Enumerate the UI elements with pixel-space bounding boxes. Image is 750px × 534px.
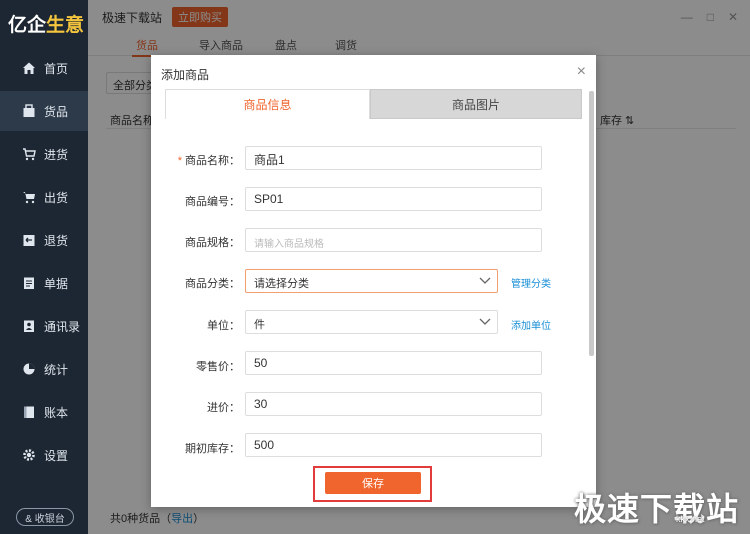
sidebar-item-label: 首页 — [44, 61, 69, 76]
sidebar-item-ledger[interactable]: 账本 — [0, 392, 88, 432]
sidebar-item-shipment[interactable]: 出货 — [0, 177, 88, 217]
product-name-label: * 商品名称： — [177, 155, 240, 167]
sidebar-item-label: 设置 — [44, 448, 69, 463]
sidebar-item-label: 出货 — [44, 190, 69, 205]
sidebar-item-purchase[interactable]: 进货 — [0, 134, 88, 174]
retail-price-label: 零售价： — [196, 361, 240, 373]
product-category-select[interactable]: 请选择分类 — [245, 269, 498, 293]
gear-icon — [22, 448, 36, 462]
initial-stock-label: 期初库存： — [185, 443, 240, 455]
sidebar-item-goods[interactable]: 货品 — [0, 91, 88, 131]
goods-icon — [22, 104, 36, 118]
sidebar-item-label: 退货 — [44, 233, 69, 248]
chart-icon — [22, 362, 36, 376]
manage-category-link[interactable]: 管理分类 — [511, 275, 551, 290]
dialog-tabs: 商品信息 商品图片 — [165, 89, 582, 119]
add-unit-link[interactable]: 添加单位 — [511, 317, 551, 332]
close-icon[interactable]: × — [577, 63, 586, 81]
sidebar-item-label: 账本 — [44, 405, 69, 420]
document-icon — [22, 276, 36, 290]
contacts-icon — [22, 319, 36, 333]
product-category-label: 商品分类： — [185, 278, 240, 290]
ledger-icon — [22, 405, 36, 419]
chevron-down-icon — [479, 277, 491, 284]
cashier-button[interactable]: & 收银台 — [16, 508, 74, 526]
return-icon — [22, 233, 36, 247]
product-spec-input[interactable]: 请输入商品规格 — [245, 228, 542, 252]
unit-label: 单位： — [207, 320, 240, 332]
purchase-cart-icon — [22, 147, 36, 161]
retail-price-input[interactable]: 50 — [245, 351, 542, 375]
home-icon — [22, 61, 36, 75]
unit-select[interactable]: 件 — [245, 310, 498, 334]
sidebar-item-label: 通讯录 — [44, 319, 81, 334]
app-logo: 亿企 生意 — [0, 0, 88, 46]
required-mark: * — [177, 155, 182, 167]
dialog-scrollbar[interactable] — [589, 91, 594, 356]
product-code-label: 商品编号： — [185, 196, 240, 208]
product-name-input[interactable]: 商品1 — [245, 146, 542, 170]
sidebar-item-label: 单据 — [44, 276, 69, 291]
logo-text: 亿企 — [8, 14, 47, 36]
watermark-url: kkx.net — [676, 514, 705, 524]
sidebar-item-return[interactable]: 退货 — [0, 220, 88, 260]
sidebar-item-statistics[interactable]: 统计 — [0, 349, 88, 389]
add-product-dialog: 添加商品 × 商品信息 商品图片 * 商品名称： 商品1 商品编号： SP01 商… — [151, 55, 596, 507]
logo-accent: 生意 — [46, 14, 85, 36]
purchase-price-input[interactable]: 30 — [245, 392, 542, 416]
purchase-price-label: 进价： — [207, 402, 240, 414]
unit-select-value: 件 — [254, 319, 265, 331]
sidebar-item-home[interactable]: 首页 — [0, 48, 88, 88]
product-spec-label: 商品规格： — [185, 237, 240, 249]
sidebar-item-label: 货品 — [44, 104, 69, 119]
shipment-cart-icon — [22, 190, 36, 204]
sidebar-item-settings[interactable]: 设置 — [0, 435, 88, 475]
sidebar-item-contacts[interactable]: 通讯录 — [0, 306, 88, 346]
dialog-title: 添加商品 — [161, 68, 210, 82]
sidebar-item-label: 进货 — [44, 147, 69, 162]
category-select-value: 请选择分类 — [254, 278, 309, 290]
sidebar-item-label: 统计 — [44, 362, 69, 377]
product-code-input[interactable]: SP01 — [245, 187, 542, 211]
tab-product-images[interactable]: 商品图片 — [370, 89, 582, 119]
sidebar: 亿企 生意 首页 货品 进货 出货 退货 单据 通讯录 统计 账本 设置 & 收银… — [0, 0, 88, 534]
save-button[interactable]: 保存 — [325, 472, 421, 494]
initial-stock-input[interactable]: 500 — [245, 433, 542, 457]
tab-product-info[interactable]: 商品信息 — [165, 89, 370, 119]
sidebar-item-documents[interactable]: 单据 — [0, 263, 88, 303]
watermark: 极速下载站 — [574, 490, 740, 528]
chevron-down-icon — [479, 318, 491, 325]
